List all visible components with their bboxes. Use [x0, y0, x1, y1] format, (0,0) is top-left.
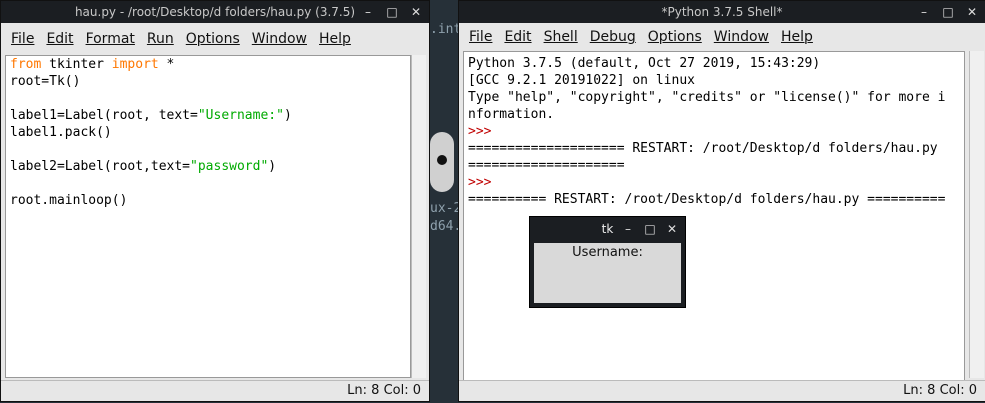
- shell-line: nformation.: [468, 107, 555, 122]
- shell-status: Ln: 8 Col: 0: [903, 383, 977, 398]
- shell-line: ==================== RESTART: /root/Desk…: [468, 141, 938, 156]
- menu-window[interactable]: Window: [708, 29, 775, 45]
- close-icon[interactable]: ✕: [665, 222, 679, 236]
- menu-file[interactable]: File: [5, 31, 40, 47]
- minimize-icon[interactable]: –: [917, 5, 931, 19]
- menu-window[interactable]: Window: [246, 31, 313, 47]
- code-line: from tkinter import *: [10, 57, 175, 72]
- code-line: root=Tk(): [10, 74, 81, 89]
- maximize-icon[interactable]: □: [643, 222, 657, 236]
- shell-titlebar[interactable]: *Python 3.7.5 Shell* – □ ✕: [459, 1, 985, 23]
- close-icon[interactable]: ✕: [409, 5, 423, 19]
- tk-title: tk: [601, 222, 614, 236]
- menu-help[interactable]: Help: [775, 29, 819, 45]
- editor-text-area[interactable]: from tkinter import * root=Tk() label1=Lab…: [5, 55, 411, 378]
- menu-debug[interactable]: Debug: [584, 29, 642, 45]
- editor-titlebar[interactable]: hau.py - /root/Desktop/d folders/hau.py …: [1, 1, 429, 23]
- menu-format[interactable]: Format: [80, 31, 141, 47]
- menu-shell[interactable]: Shell: [538, 29, 584, 45]
- tk-window: tk – □ ✕ Username:: [529, 216, 686, 308]
- minimize-icon[interactable]: –: [621, 222, 635, 236]
- menu-file[interactable]: File: [463, 29, 498, 45]
- editor-window: hau.py - /root/Desktop/d folders/hau.py …: [0, 0, 430, 402]
- menu-edit[interactable]: Edit: [498, 29, 537, 45]
- tk-body: Username:: [534, 243, 681, 303]
- shell-menubar: File Edit Shell Debug Options Window Help: [459, 23, 985, 51]
- maximize-icon[interactable]: □: [941, 5, 955, 19]
- editor-menubar: File Edit Format Run Options Window Help: [1, 23, 429, 55]
- code-line: label1=Label(root, text="Username:"): [10, 108, 292, 123]
- background-text: d64.: [430, 219, 462, 234]
- menu-help[interactable]: Help: [313, 31, 357, 47]
- menu-edit[interactable]: Edit: [40, 31, 79, 47]
- username-label: Username:: [572, 245, 643, 260]
- menu-run[interactable]: Run: [141, 31, 180, 47]
- shell-line: Python 3.7.5 (default, Oct 27 2019, 15:4…: [468, 56, 821, 71]
- shell-line: Type "help", "copyright", "credits" or "…: [468, 90, 946, 105]
- close-icon[interactable]: ✕: [965, 5, 979, 19]
- shell-line: ========== RESTART: /root/Desktop/d fold…: [468, 192, 946, 207]
- background-text: ux-2: [430, 201, 462, 216]
- shell-scrollbar[interactable]: [969, 51, 984, 378]
- code-line: label1.pack(): [10, 125, 112, 140]
- editor-statusbar: Ln: 8 Col: 0: [1, 380, 429, 401]
- shell-line: >>>: [468, 175, 492, 190]
- shell-statusbar: Ln: 8 Col: 0: [459, 380, 985, 401]
- editor-title: hau.py - /root/Desktop/d folders/hau.py …: [74, 5, 356, 19]
- shell-title: *Python 3.7.5 Shell*: [661, 5, 783, 19]
- menu-options[interactable]: Options: [642, 29, 708, 45]
- code-line: root.mainloop(): [10, 193, 128, 208]
- minimize-icon[interactable]: –: [361, 5, 375, 19]
- shell-line: >>>: [468, 124, 492, 139]
- editor-scrollbar[interactable]: [411, 55, 426, 378]
- code-line: label2=Label(root,text="password"): [10, 159, 277, 174]
- shell-window: *Python 3.7.5 Shell* – □ ✕ File Edit Shell…: [458, 0, 985, 402]
- shell-line: [GCC 9.2.1 20191022] on linux: [468, 73, 695, 88]
- menu-options[interactable]: Options: [180, 31, 246, 47]
- background-dot-shape: [437, 155, 447, 165]
- maximize-icon[interactable]: □: [385, 5, 399, 19]
- shell-line: ====================: [468, 158, 625, 173]
- tk-titlebar[interactable]: tk – □ ✕: [530, 217, 685, 241]
- editor-status: Ln: 8 Col: 0: [347, 383, 421, 398]
